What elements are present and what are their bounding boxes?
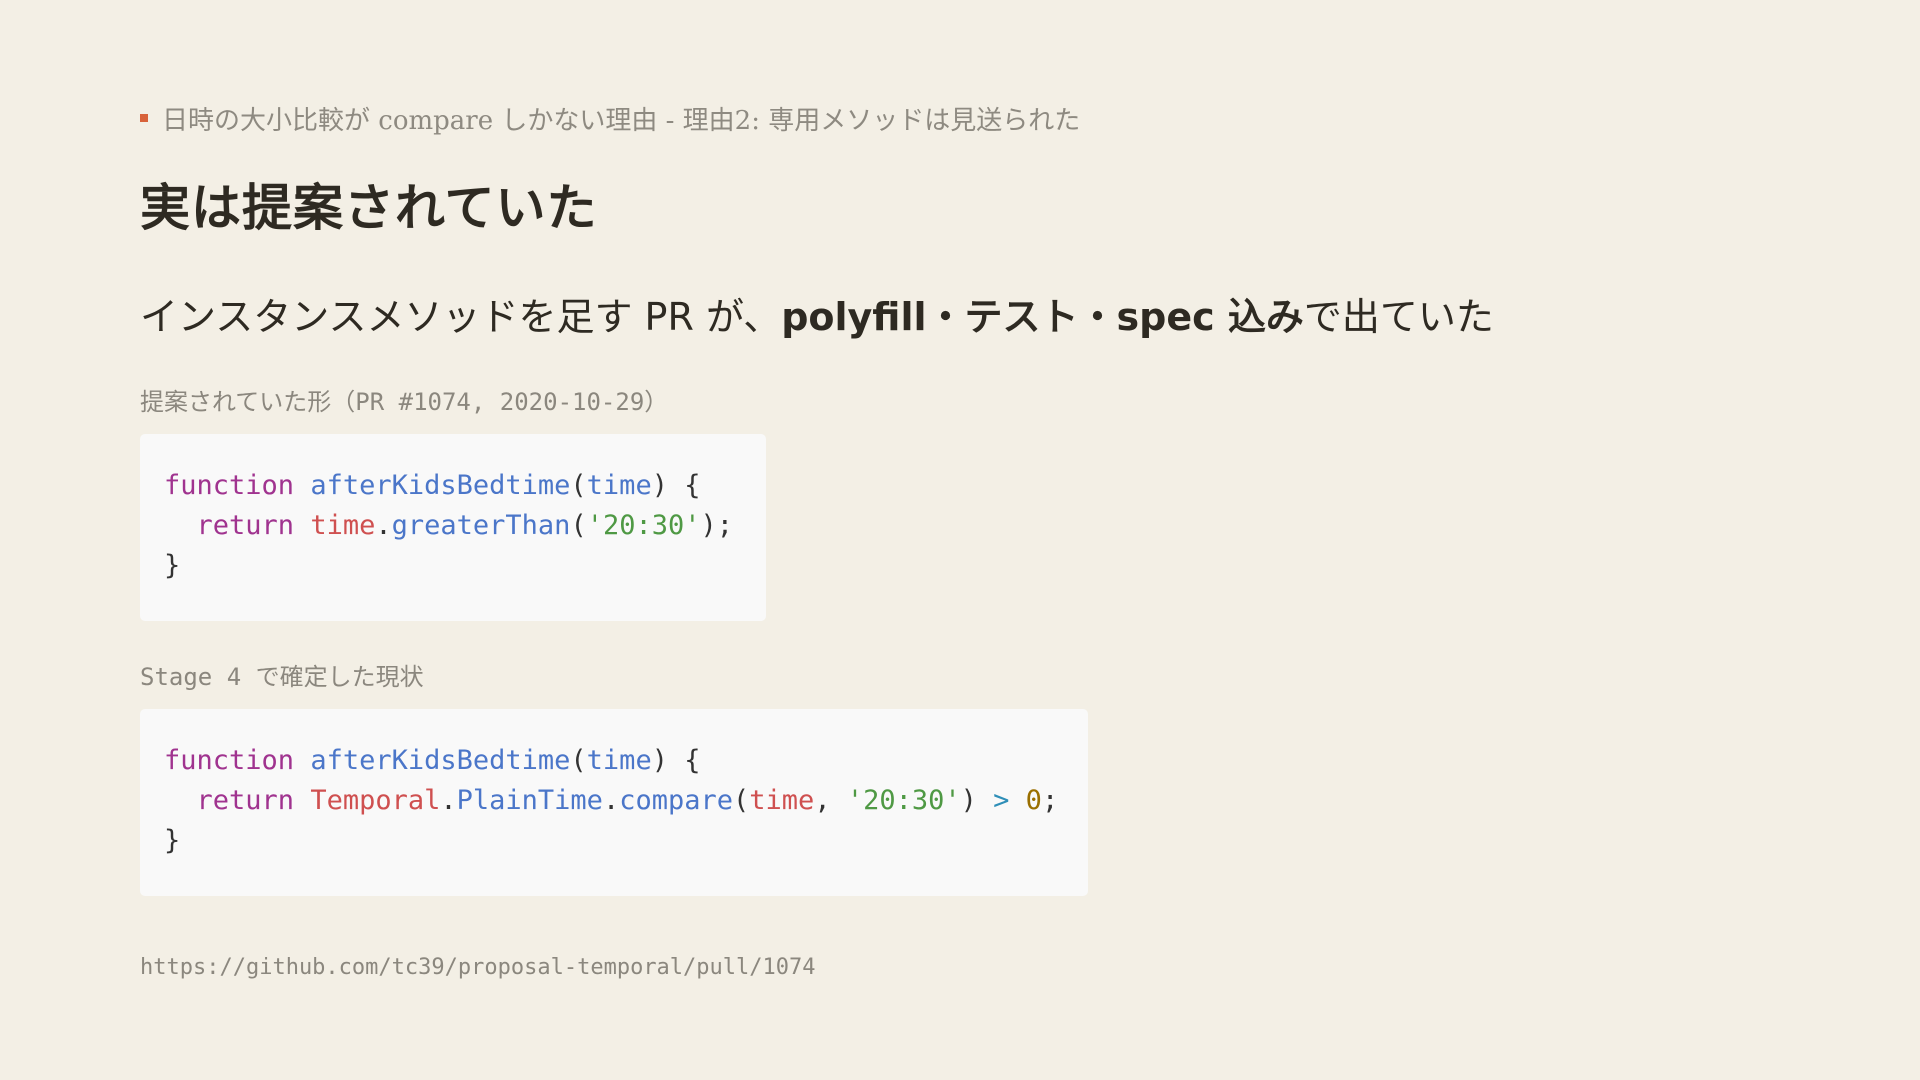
code-line: return Temporal.PlainTime.compare(time, …: [164, 781, 1064, 821]
breadcrumb-text: 日時の大小比較が compare しかない理由 - 理由2: 専用メソッドは見送…: [162, 105, 1081, 136]
code-line: return time.greaterThan('20:30');: [164, 506, 742, 546]
code-keyword: return: [196, 785, 295, 816]
code-line: function afterKidsBedtime(time) {: [164, 741, 1064, 781]
code-punctuation: .: [440, 785, 457, 816]
code-variable: time: [310, 510, 376, 541]
code-punctuation: (: [570, 745, 587, 776]
code-method: greaterThan: [391, 510, 571, 541]
code-keyword: return: [196, 510, 295, 541]
code-keyword: function: [164, 470, 295, 501]
code-param: time: [586, 745, 652, 776]
code-punctuation: (: [733, 785, 750, 816]
slide: 日時の大小比較が compare しかない理由 - 理由2: 専用メソッドは見送…: [140, 0, 1780, 1080]
code-class: PlainTime: [456, 785, 603, 816]
current-code-block: function afterKidsBedtime(time) { return…: [140, 709, 1088, 896]
lead-emphasis: polyfill・テスト・spec 込み: [781, 295, 1304, 339]
code-keyword: function: [164, 745, 295, 776]
code-number: 0: [1025, 785, 1042, 816]
section-marker-icon: [140, 114, 148, 122]
code-punctuation: ) {: [651, 470, 701, 501]
proposal-caption: 提案されていた形（PR #1074, 2020-10-29）: [140, 388, 669, 416]
code-line: }: [164, 550, 181, 581]
code-variable: time: [749, 785, 815, 816]
lead-suffix: で出ていた: [1303, 295, 1494, 339]
code-string: '20:30': [846, 785, 961, 816]
lead-text: インスタンスメソッドを足す PR が、polyfill・テスト・spec 込みで…: [140, 286, 1494, 341]
code-line: function afterKidsBedtime(time) {: [164, 466, 742, 506]
code-line: }: [164, 825, 181, 856]
code-punctuation: );: [700, 510, 734, 541]
source-url-link[interactable]: https://github.com/tc39/proposal-tempora…: [140, 955, 816, 980]
code-punctuation: (: [570, 470, 587, 501]
code-punctuation: ,: [814, 785, 847, 816]
current-caption: Stage 4 で確定した現状: [140, 663, 424, 691]
code-method: compare: [619, 785, 734, 816]
code-string: '20:30': [586, 510, 701, 541]
code-punctuation: (: [570, 510, 587, 541]
code-punctuation: ;: [1041, 785, 1059, 816]
code-punctuation: ) {: [651, 745, 701, 776]
lead-prefix: インスタンスメソッドを足す PR が、: [140, 295, 782, 339]
code-function-name: afterKidsBedtime: [310, 470, 571, 501]
breadcrumb: 日時の大小比較が compare しかない理由 - 理由2: 専用メソッドは見送…: [140, 98, 1080, 138]
code-punctuation: ): [960, 785, 994, 816]
code-operator: >: [993, 785, 1010, 816]
code-param: time: [586, 470, 652, 501]
code-punctuation: .: [375, 510, 392, 541]
code-function-name: afterKidsBedtime: [310, 745, 571, 776]
proposal-code-block: function afterKidsBedtime(time) { return…: [140, 434, 766, 621]
code-namespace: Temporal: [310, 785, 441, 816]
slide-title: 実は提案されていた: [140, 179, 598, 237]
code-punctuation: .: [602, 785, 620, 816]
